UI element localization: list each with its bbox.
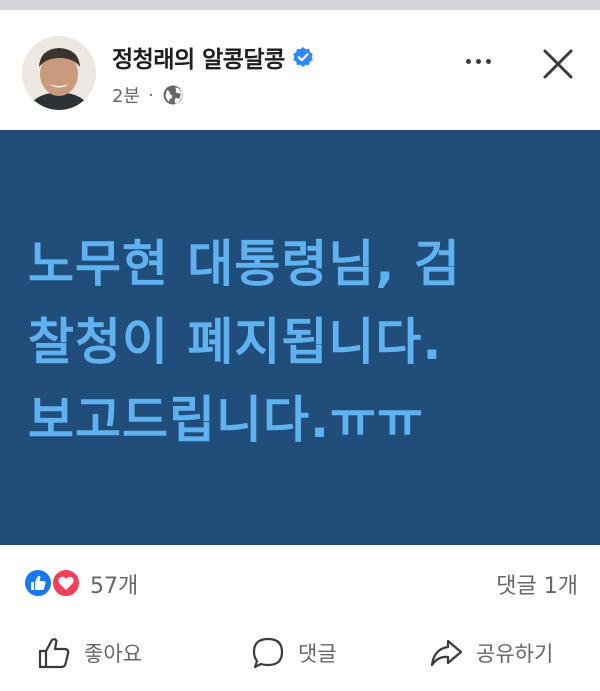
globe-icon [162, 84, 184, 106]
share-button[interactable]: 공유하기 [428, 633, 553, 673]
post-image-line: 노무현 대통령님, 검 [28, 235, 461, 293]
post-image[interactable]: 노무현 대통령님, 검 찰청이 폐지됩니다. 보고드립니다.ㅠㅠ [0, 130, 600, 545]
post-meta: 2분 · [112, 82, 184, 108]
comment-count[interactable]: 댓글 1개 [496, 568, 578, 600]
page-name-row: 정청래의 알콩달콩 [112, 40, 314, 74]
post-image-line: 보고드립니다.ㅠㅠ [28, 391, 424, 449]
reactions-summary: 57개 댓글 1개 [0, 545, 600, 617]
post-header: 정청래의 알콩달콩 2분 · [0, 10, 600, 130]
share-label: 공유하기 [476, 642, 554, 666]
more-dot [485, 58, 491, 64]
post-image-text: 노무현 대통령님, 검 찰청이 폐지됩니다. 보고드립니다.ㅠㅠ [28, 225, 572, 459]
comment-button[interactable]: 댓글 [250, 633, 337, 673]
more-options-icon[interactable] [458, 46, 498, 76]
post-actions: 좋아요 댓글 공유하기 [0, 617, 600, 691]
reaction-icons[interactable] [22, 567, 81, 599]
verified-badge-icon [292, 46, 314, 68]
more-dot [465, 58, 471, 64]
thumbs-up-icon [38, 638, 70, 669]
profile-photo [22, 36, 96, 110]
page-name[interactable]: 정청래의 알콩달콩 [112, 40, 285, 74]
share-arrow-icon [430, 639, 463, 667]
close-icon[interactable] [538, 44, 578, 84]
like-label: 좋아요 [84, 642, 142, 666]
meta-separator: · [148, 84, 154, 106]
comment-label: 댓글 [298, 642, 337, 666]
post-image-line: 찰청이 폐지됩니다. [28, 313, 443, 371]
like-button[interactable]: 좋아요 [36, 633, 142, 673]
comment-bubble-icon [252, 637, 284, 669]
more-dot [475, 58, 481, 64]
avatar[interactable] [22, 36, 96, 110]
post-time[interactable]: 2분 [112, 82, 140, 108]
top-divider [0, 0, 600, 10]
reaction-count[interactable]: 57개 [90, 568, 138, 600]
